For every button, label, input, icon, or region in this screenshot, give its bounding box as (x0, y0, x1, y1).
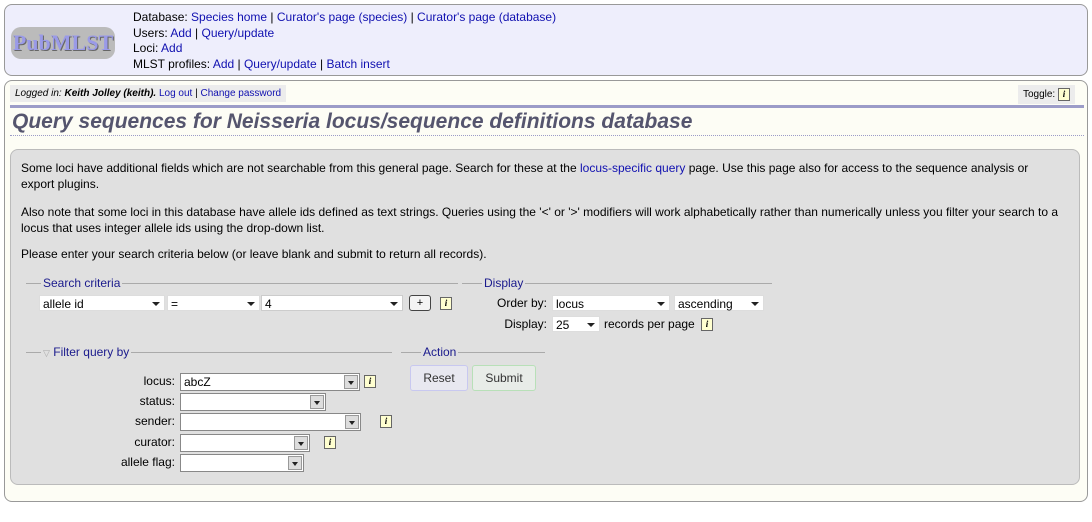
info-toggle-icon[interactable]: i (1058, 88, 1070, 101)
query-box: Some loci have additional fields which a… (10, 149, 1080, 485)
sender-select[interactable] (180, 413, 361, 431)
filter-legend[interactable]: ▽ Filter query by (41, 345, 132, 359)
direction-select[interactable]: ascending (674, 295, 764, 311)
dropdown-arrow-icon (294, 436, 308, 450)
status-label: status: (139, 394, 175, 408)
filter-fieldset: ▽ Filter query by (26, 345, 392, 359)
mlst-query-link[interactable]: Query/update (244, 57, 317, 71)
add-row-button[interactable]: + (409, 295, 431, 311)
mlst-add-link[interactable]: Add (213, 57, 234, 71)
action-fieldset: Action (401, 345, 545, 359)
search-value-input[interactable]: 4 (261, 295, 403, 311)
database-label: Database: (133, 10, 188, 24)
status-select[interactable] (180, 393, 326, 411)
collapse-triangle-icon[interactable]: ▽ (43, 348, 50, 358)
intro-p2: Also note that some loci in this databas… (21, 205, 1059, 235)
search-field-select[interactable]: allele id (39, 295, 165, 311)
login-bar: Logged in: Keith Jolley (keith). Log out… (10, 85, 287, 102)
allele-flag-select[interactable] (180, 454, 304, 472)
login-user: Keith Jolley (keith). (64, 88, 157, 99)
mlst-batch-link[interactable]: Batch insert (326, 57, 389, 71)
pubmlst-logo[interactable]: PubMLST (11, 27, 115, 59)
info-icon[interactable]: i (440, 297, 452, 310)
allele-flag-label: allele flag: (120, 455, 175, 469)
per-page-select[interactable]: 25 (552, 316, 600, 332)
intro-p1: Some loci have additional fields which a… (21, 160, 1061, 192)
search-criteria-legend: Search criteria (41, 276, 123, 290)
main-panel: Logged in: Keith Jolley (keith). Log out… (4, 80, 1088, 502)
sender-label: sender: (134, 414, 175, 428)
logout-link[interactable]: Log out (159, 88, 192, 99)
mlst-label: MLST profiles: (133, 56, 211, 71)
info-icon[interactable]: i (364, 375, 376, 388)
change-password-link[interactable]: Change password (201, 88, 282, 99)
header: PubMLST Database: Species home | Curator… (4, 4, 1088, 76)
display-fieldset: Display (462, 276, 772, 290)
users-query-link[interactable]: Query/update (202, 26, 275, 40)
species-home-link[interactable]: Species home (191, 10, 267, 24)
order-by-select[interactable]: locus (552, 295, 670, 311)
reset-button[interactable]: Reset (410, 365, 468, 391)
login-prefix: Logged in: (15, 88, 62, 99)
dropdown-arrow-icon (288, 456, 302, 470)
header-links: Database: Species home | Curator's page … (133, 10, 557, 71)
locus-label: locus: (143, 374, 175, 388)
per-page-label: records per page (604, 317, 695, 331)
intro-p3: Please enter your search criteria below … (21, 247, 487, 261)
submit-button[interactable]: Submit (472, 365, 536, 391)
dropdown-arrow-icon (345, 415, 359, 429)
locus-value: abcZ (184, 375, 211, 389)
action-legend: Action (421, 345, 459, 359)
curators-database-link[interactable]: Curator's page (database) (417, 10, 556, 24)
dropdown-arrow-icon (344, 375, 358, 389)
users-add-link[interactable]: Add (170, 26, 191, 40)
display-label: Display: (504, 317, 547, 331)
dropdown-arrow-icon (310, 395, 324, 409)
info-icon[interactable]: i (701, 318, 713, 331)
locus-select[interactable]: abcZ (180, 373, 360, 391)
toggle-label: Toggle: (1022, 89, 1056, 101)
loci-add-link[interactable]: Add (161, 41, 182, 55)
display-legend: Display (482, 276, 526, 290)
filter-legend-text: Filter query by (53, 345, 130, 359)
loci-label: Loci: (133, 41, 159, 55)
info-icon[interactable]: i (324, 436, 336, 449)
order-by-label: Order by: (496, 296, 547, 310)
curators-species-link[interactable]: Curator's page (species) (277, 10, 407, 24)
curator-label: curator: (134, 435, 175, 449)
curator-select[interactable] (180, 434, 310, 452)
search-criteria-fieldset: Search criteria (26, 276, 458, 290)
info-icon[interactable]: i (380, 415, 392, 428)
page-title: Query sequences for Neisseria locus/sequ… (10, 105, 1084, 136)
users-label: Users: (133, 25, 168, 40)
intro-p1-text: Some loci have additional fields which a… (21, 161, 580, 175)
toggle-help: Toggle: i (1017, 85, 1075, 104)
operator-select[interactable]: = (167, 295, 260, 311)
locus-specific-query-link[interactable]: locus-specific query (580, 161, 685, 175)
